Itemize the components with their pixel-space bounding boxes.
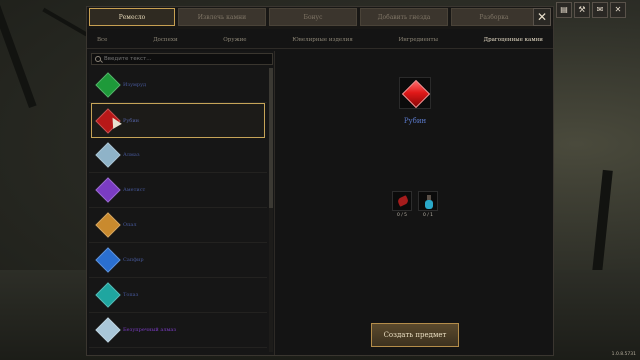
item-label: Сапфир: [123, 257, 144, 263]
list-scrollbar[interactable]: [269, 68, 273, 352]
recipe-list-pane: Изумруд Рубин Алмаз Аметист Опал Сап: [89, 51, 275, 355]
list-item-topaz[interactable]: Топаз: [89, 278, 267, 313]
topaz-icon: [95, 282, 121, 308]
list-item-emerald[interactable]: Изумруд: [89, 68, 267, 103]
search-box[interactable]: [91, 53, 273, 65]
top-toolbar: ▤ ⚒ ✉ ✕: [556, 2, 626, 18]
flawless-diamond-icon: [95, 317, 121, 343]
result-item-title: Рубин: [403, 117, 427, 125]
ingredient-count: 0 / 5: [396, 213, 408, 218]
tab-extract-gems[interactable]: Извлечь камни: [178, 8, 266, 26]
ingredient-count: 0 / 1: [422, 213, 434, 218]
item-label: Опал: [123, 222, 137, 228]
mail-icon[interactable]: ✉: [592, 2, 608, 18]
close-icon[interactable]: ✕: [610, 2, 626, 18]
recipe-list: Изумруд Рубин Алмаз Аметист Опал Сапфир …: [89, 68, 267, 348]
ingredient-slot[interactable]: 0 / 5: [392, 191, 412, 218]
sapphire-icon: [95, 247, 121, 273]
category-all[interactable]: Все: [97, 31, 107, 48]
tab-add-sockets[interactable]: Добавить гнезда: [360, 8, 448, 26]
category-ingredients[interactable]: Ингредиенты: [398, 31, 438, 48]
category-gems[interactable]: Драгоценные камни: [484, 31, 543, 48]
version-label: 1.0.8.5731: [611, 352, 636, 357]
list-item-flawless-diamond[interactable]: Безупречный алмаз: [89, 313, 267, 348]
recipe-detail-pane: Рубин 0 / 5 0 / 1 Создать предмет: [277, 51, 553, 355]
list-item-ruby[interactable]: Рубин: [91, 103, 265, 138]
ingredient-slot[interactable]: 0 / 1: [418, 191, 438, 218]
book-icon[interactable]: ▤: [556, 2, 572, 18]
tab-salvage[interactable]: Разборка: [451, 8, 537, 26]
opal-icon: [95, 212, 121, 238]
category-armor[interactable]: Доспехи: [153, 31, 178, 48]
tab-bar: Ремесло Извлечь камни Бонус Добавить гне…: [87, 7, 553, 29]
item-label: Рубин: [123, 117, 139, 124]
amethyst-icon: [95, 177, 121, 203]
ruby-icon: [401, 79, 431, 109]
list-item-sapphire[interactable]: Сапфир: [89, 243, 267, 278]
search-input[interactable]: [104, 56, 264, 62]
close-button[interactable]: ✕: [533, 8, 551, 26]
category-jewelry[interactable]: Ювелирные изделия: [292, 31, 353, 48]
category-weapons[interactable]: Оружие: [223, 31, 246, 48]
item-label: Алмаз: [123, 152, 140, 158]
list-item-opal[interactable]: Опал: [89, 208, 267, 243]
tab-crafting[interactable]: Ремесло: [89, 8, 175, 26]
list-item-amethyst[interactable]: Аметист: [89, 173, 267, 208]
anvil-icon[interactable]: ⚒: [574, 2, 590, 18]
tab-bonus[interactable]: Бонус: [269, 8, 357, 26]
crafting-window: Ремесло Извлечь камни Бонус Добавить гне…: [86, 6, 554, 356]
category-bar: Все Доспехи Оружие Ювелирные изделия Инг…: [87, 31, 553, 49]
emerald-icon: [95, 72, 121, 98]
result-item-frame: [399, 77, 431, 109]
diamond-icon: [95, 142, 121, 168]
craft-item-button[interactable]: Создать предмет: [371, 323, 459, 347]
red-gem-shard-icon: [392, 191, 412, 211]
blue-potion-icon: [418, 191, 438, 211]
item-label: Изумруд: [123, 82, 147, 88]
list-item-diamond[interactable]: Алмаз: [89, 138, 267, 173]
scroll-thumb[interactable]: [269, 68, 273, 208]
search-icon: [95, 56, 101, 62]
ingredient-list: 0 / 5 0 / 1: [392, 191, 438, 218]
item-label: Аметист: [123, 187, 146, 193]
item-label: Безупречный алмаз: [123, 327, 177, 333]
item-label: Топаз: [123, 292, 139, 298]
